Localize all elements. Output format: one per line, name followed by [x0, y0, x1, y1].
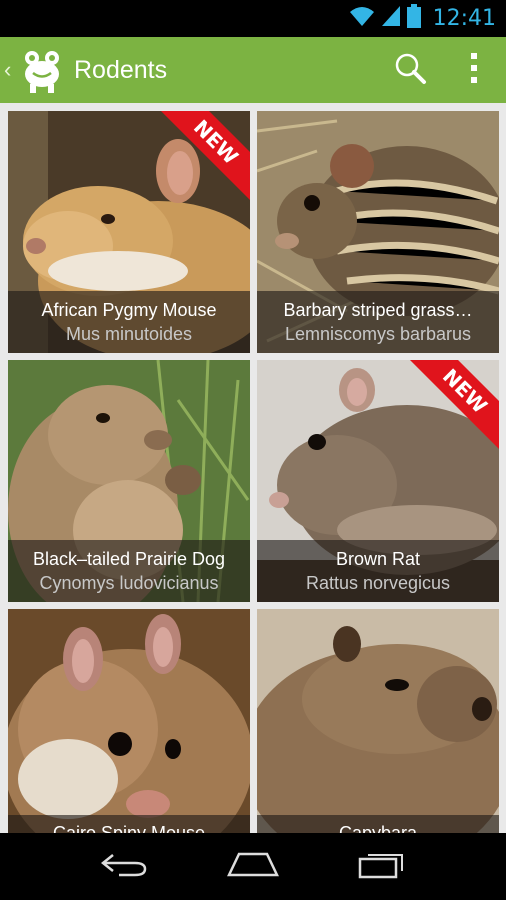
tile-caption: Cairo Spiny Mouse	[8, 815, 250, 833]
common-name: Brown Rat	[335, 549, 421, 569]
common-name: African Pygmy Mouse	[41, 300, 217, 320]
new-badge: NEW	[409, 360, 499, 450]
tile-caption: African Pygmy Mouse Mus minutoides	[8, 291, 250, 353]
back-button[interactable]	[84, 842, 164, 892]
tile-caption: Barbary striped grass… Lemniscomys barba…	[257, 291, 499, 353]
species-tile[interactable]: NEW Brown Rat Rattus norvegicus	[257, 360, 499, 602]
home-button[interactable]	[213, 842, 293, 892]
home-icon	[225, 850, 281, 883]
signal-icon	[381, 5, 401, 32]
recent-apps-icon	[356, 849, 408, 884]
common-name: Black–tailed Prairie Dog	[32, 549, 226, 569]
status-time: 12:41	[432, 6, 496, 31]
status-bar: 12:41	[0, 0, 506, 37]
app-logo-icon[interactable]	[18, 46, 66, 94]
tile-caption: Capybara	[257, 815, 499, 833]
wifi-icon	[349, 5, 375, 32]
species-grid-container[interactable]: NEW African Pygmy Mouse Mus minutoides B…	[0, 103, 506, 833]
recent-apps-button[interactable]	[342, 842, 422, 892]
species-tile[interactable]: Black–tailed Prairie Dog Cynomys ludovic…	[8, 360, 250, 602]
search-button[interactable]	[378, 37, 442, 103]
action-bar: ‹ Rodents	[0, 37, 506, 103]
species-photo	[257, 609, 499, 833]
scientific-name: Rattus norvegicus	[305, 573, 451, 593]
common-name: Barbary striped grass…	[283, 300, 473, 320]
new-badge: NEW	[160, 111, 250, 201]
scientific-name: Mus minutoides	[65, 324, 193, 344]
tile-caption: Brown Rat Rattus norvegicus	[257, 540, 499, 602]
common-name: Capybara	[338, 823, 418, 833]
species-tile[interactable]: Barbary striped grass… Lemniscomys barba…	[257, 111, 499, 353]
scientific-name: Lemniscomys barbarus	[284, 324, 472, 344]
back-icon	[99, 849, 149, 884]
species-grid: NEW African Pygmy Mouse Mus minutoides B…	[8, 111, 500, 833]
overflow-menu-button[interactable]	[442, 37, 506, 103]
navigation-bar	[0, 833, 506, 900]
up-caret-icon[interactable]: ‹	[4, 57, 16, 83]
common-name: Cairo Spiny Mouse	[52, 823, 206, 833]
species-tile[interactable]: Capybara	[257, 609, 499, 833]
species-tile[interactable]: NEW African Pygmy Mouse Mus minutoides	[8, 111, 250, 353]
scientific-name: Cynomys ludovicianus	[39, 573, 219, 593]
overflow-menu-icon	[469, 52, 479, 89]
species-tile[interactable]: Cairo Spiny Mouse	[8, 609, 250, 833]
search-icon	[393, 51, 427, 90]
species-photo	[8, 609, 250, 833]
tile-caption: Black–tailed Prairie Dog Cynomys ludovic…	[8, 540, 250, 602]
page-title: Rodents	[74, 55, 168, 84]
battery-icon	[406, 4, 421, 33]
